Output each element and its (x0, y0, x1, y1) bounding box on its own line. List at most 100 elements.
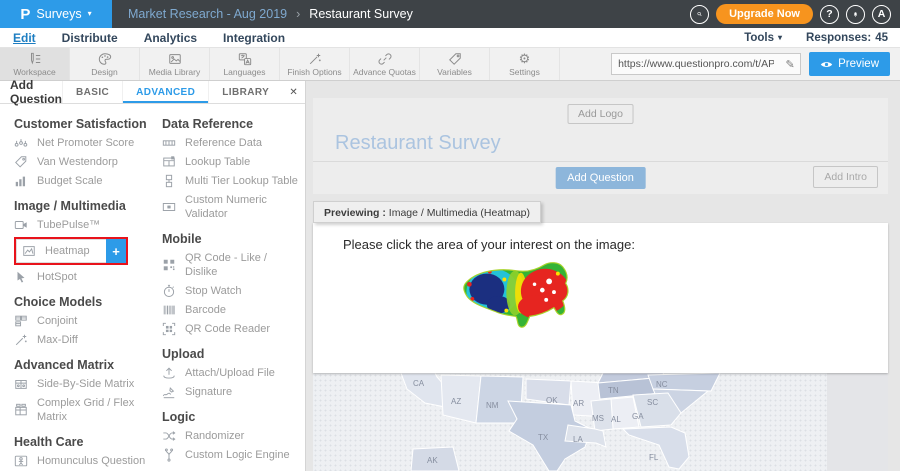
qtype-label: Barcode (185, 303, 226, 317)
breadcrumb-parent[interactable]: Market Research - Aug 2019 (128, 7, 287, 21)
help-button[interactable]: ? (820, 5, 839, 24)
qtype-budget-scale[interactable]: Budget Scale (14, 174, 162, 188)
notifications-button[interactable] (846, 5, 865, 24)
qtype-van-westendorp[interactable]: Van Westendorp (14, 155, 162, 169)
qtype-label: Custom Numeric Validator (185, 193, 302, 221)
qtype-custom-numeric-validator[interactable]: Custom Numeric Validator (162, 193, 302, 221)
qtype-multi-tier-lookup[interactable]: Multi Tier Lookup Table (162, 174, 302, 188)
section-heading: Upload (162, 347, 302, 361)
qtype-label: QR Code Reader (185, 322, 270, 336)
preview-button[interactable]: Preview (809, 52, 890, 76)
panel-body: Customer Satisfaction Net Promoter Score… (0, 104, 305, 471)
search-button[interactable] (690, 5, 709, 24)
search-icon (697, 9, 702, 19)
survey-title[interactable]: Restaurant Survey (335, 132, 501, 155)
state-label: TN (608, 386, 619, 395)
qtype-label: Van Westendorp (37, 155, 118, 169)
previewing-label: Previewing : (324, 207, 386, 219)
question-preview-panel: Please click the area of your interest o… (313, 223, 888, 373)
questionpro-logo: P (20, 7, 30, 22)
qtype-reference-data[interactable]: Reference Data (162, 136, 302, 150)
surveys-product-menu[interactable]: P Surveys ▾ (0, 0, 112, 28)
price-tag-icon (14, 155, 28, 169)
qtype-conjoint[interactable]: Conjoint (14, 314, 162, 328)
state-label: OK (546, 396, 558, 405)
qtype-net-promoter-score[interactable]: Net Promoter Score (14, 136, 162, 150)
qtype-label: Reference Data (185, 136, 262, 150)
qtype-randomizer[interactable]: Randomizer (162, 429, 302, 443)
state-label: NM (486, 401, 499, 410)
conjoint-icon (14, 314, 28, 328)
us-map-region: CA AZ NM OK AR TN NC SC MS AL GA TX LA F… (313, 373, 827, 471)
qtype-hotspot[interactable]: HotSpot (14, 270, 162, 284)
matrix-icon (14, 377, 28, 391)
qtype-max-diff[interactable]: Max-Diff (14, 333, 162, 347)
add-heatmap-question-button[interactable]: + (106, 239, 126, 263)
qtype-label: Stop Watch (185, 284, 241, 298)
toolbar-advance-quotas[interactable]: Advance Quotas (350, 48, 420, 80)
state-label: CA (413, 379, 425, 388)
heatmap-usa-image[interactable] (459, 260, 577, 330)
add-logo-button[interactable]: Add Logo (567, 104, 634, 124)
tools-menu[interactable]: Tools ▾ (744, 32, 782, 44)
edit-url-pencil-icon[interactable]: ✎ (780, 58, 800, 71)
toolbar-workspace[interactable]: Workspace (0, 48, 70, 80)
qtype-tubepulse[interactable]: TubePulse™ (14, 218, 162, 232)
section-heading: Image / Multimedia (14, 199, 162, 213)
eye-icon (820, 60, 833, 69)
topbar-actions: Upgrade Now ? A (690, 4, 900, 24)
qtype-label: HotSpot (37, 270, 77, 284)
survey-url-input[interactable] (612, 58, 780, 70)
qtype-qr-like-dislike[interactable]: QR Code - Like / Dislike (162, 251, 302, 279)
bar-chart-icon (14, 174, 28, 188)
upgrade-now-button[interactable]: Upgrade Now (716, 4, 813, 24)
qtype-custom-logic-engine[interactable]: Custom Logic Engine (162, 448, 302, 462)
tab-advanced[interactable]: ADVANCED (122, 81, 208, 103)
content: Add Question BASIC ADVANCED LIBRARY ✕ Cu… (0, 81, 900, 471)
qtype-qr-code-reader[interactable]: QR Code Reader (162, 322, 302, 336)
stopwatch-icon (162, 284, 176, 298)
toolbar-media-library[interactable]: Media Library (140, 48, 210, 80)
tag-icon (447, 52, 463, 66)
image-icon (167, 52, 183, 66)
qtype-barcode[interactable]: Barcode (162, 303, 302, 317)
state-label: NC (656, 380, 668, 389)
toolbar-finish-options[interactable]: Finish Options (280, 48, 350, 80)
add-question-panel-header: Add Question BASIC ADVANCED LIBRARY ✕ (0, 81, 305, 104)
toolbar-variables[interactable]: Variables (420, 48, 490, 80)
background-us-map: CA AZ NM OK AR TN NC SC MS AL GA TX LA F… (313, 373, 888, 471)
tab-basic[interactable]: BASIC (62, 81, 122, 103)
qtype-attach-upload-file[interactable]: Attach/Upload File (162, 366, 302, 380)
nav-tab-integration[interactable]: Integration (210, 31, 298, 45)
qtype-signature[interactable]: Signature (162, 385, 302, 399)
qtype-label: Complex Grid / Flex Matrix (37, 396, 162, 424)
tab-library[interactable]: LIBRARY (208, 81, 282, 103)
add-question-button[interactable]: Add Question (555, 167, 646, 189)
qtype-complex-grid[interactable]: Complex Grid / Flex Matrix (14, 396, 162, 424)
us-map-svg: CA AZ NM OK AR TN NC SC MS AL GA TX LA F… (313, 373, 827, 471)
toolbar-settings[interactable]: ⚙ Settings (490, 48, 560, 80)
state-label: MS (592, 414, 604, 423)
qtype-label: Budget Scale (37, 174, 102, 188)
add-intro-button[interactable]: Add Intro (813, 166, 878, 188)
nav-tab-edit[interactable]: Edit (0, 31, 49, 45)
qtype-heatmap[interactable]: Heatmap (16, 239, 106, 263)
nav-tab-analytics[interactable]: Analytics (131, 31, 210, 45)
close-icon[interactable]: ✕ (282, 81, 305, 103)
qtype-homunculus[interactable]: Homunculus Question (14, 454, 162, 468)
tools-label: Tools (744, 32, 774, 44)
responses-label: Responses: (806, 32, 871, 44)
chevron-down-icon: ▾ (778, 34, 782, 42)
section-heading: Customer Satisfaction (14, 117, 162, 131)
qtype-stop-watch[interactable]: Stop Watch (162, 284, 302, 298)
qtype-lookup-table[interactable]: Lookup Table (162, 155, 302, 169)
qtype-label: Randomizer (185, 429, 244, 443)
survey-nav-bar: Edit Distribute Analytics Integration To… (0, 28, 900, 48)
nav-tab-distribute[interactable]: Distribute (49, 31, 131, 45)
responses-counter[interactable]: Responses:45 (806, 32, 888, 44)
account-avatar[interactable]: A (872, 5, 891, 24)
qtype-side-by-side-matrix[interactable]: Side-By-Side Matrix (14, 377, 162, 391)
toolbar-design[interactable]: Design (70, 48, 140, 80)
toolbar-languages[interactable]: Languages (210, 48, 280, 80)
section-heading: Choice Models (14, 295, 162, 309)
